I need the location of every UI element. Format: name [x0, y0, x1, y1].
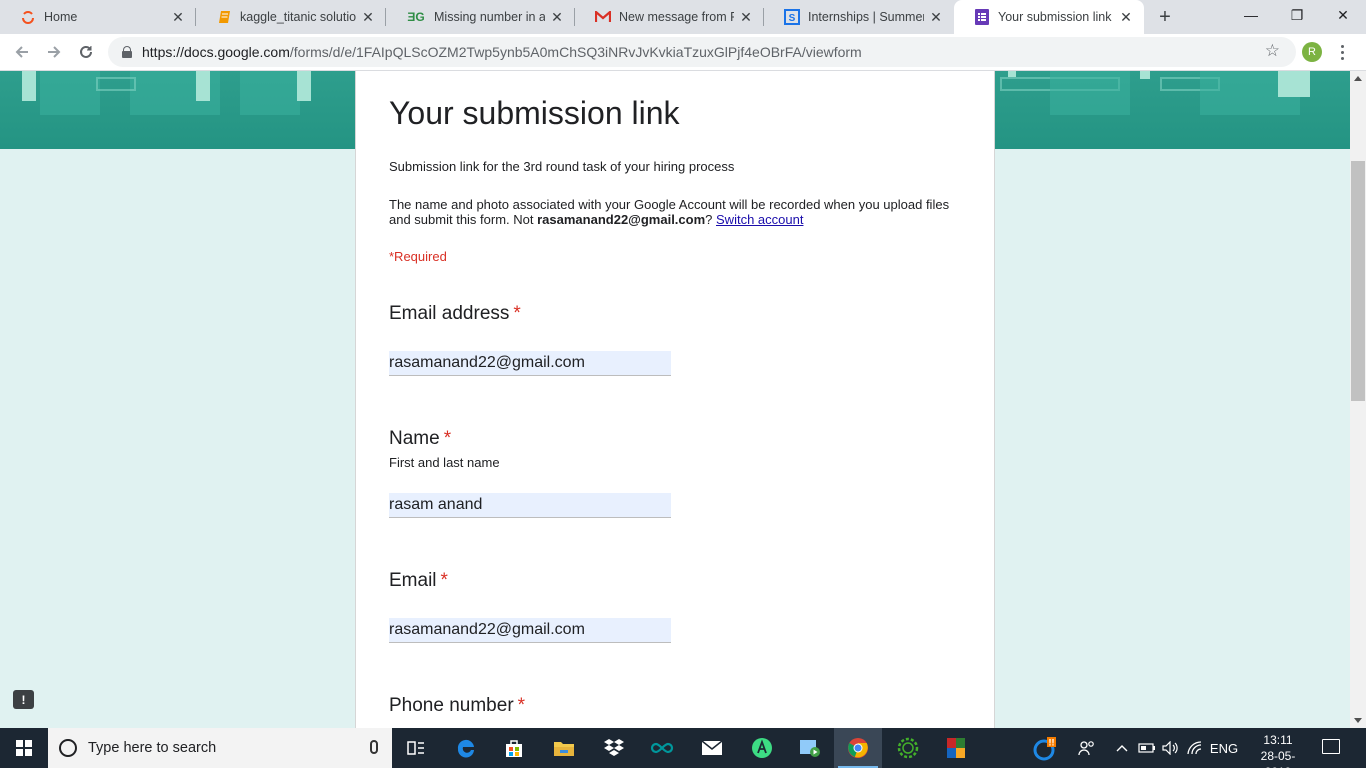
back-arrow-icon[interactable]	[10, 40, 34, 64]
tab-submission[interactable]: Your submission link ✕	[954, 0, 1144, 34]
search-placeholder: Type here to search	[88, 740, 217, 756]
email-address-input[interactable]	[389, 351, 671, 376]
address-bar[interactable]: https://docs.google.com/forms/d/e/1FAIpQ…	[108, 37, 1296, 67]
battery-icon[interactable]	[1136, 728, 1158, 768]
gfg-icon: ƎG	[407, 10, 425, 24]
close-icon[interactable]: ✕	[549, 9, 565, 25]
taskbar-search[interactable]: Type here to search	[48, 728, 392, 768]
close-icon[interactable]: ✕	[738, 9, 754, 25]
form-card: Your submission link Submission link for…	[355, 71, 995, 728]
tab-title: Missing number in arra	[434, 10, 545, 24]
action-center-icon[interactable]	[1322, 739, 1340, 754]
close-icon[interactable]: ✕	[1118, 9, 1134, 25]
name-input[interactable]	[389, 493, 671, 518]
internshala-icon: S	[784, 9, 800, 25]
forms-icon	[974, 9, 990, 25]
clock-date: 28-05-2019	[1260, 749, 1296, 768]
windows-logo-icon	[16, 740, 32, 756]
updates-alert-icon[interactable]: !!	[1030, 728, 1060, 768]
page-viewport: Your submission link Submission link for…	[0, 71, 1350, 728]
close-icon[interactable]: ✕	[360, 9, 376, 25]
account-notice: The name and photo associated with your …	[389, 197, 950, 227]
feedback-icon[interactable]: !	[13, 690, 34, 709]
tab-gmail[interactable]: New message from Puc ✕	[575, 0, 764, 34]
tab-title: Internships | Summer In	[808, 10, 924, 24]
url-host: https://docs.google.com	[142, 44, 290, 60]
scroll-thumb[interactable]	[1351, 161, 1365, 401]
microphone-icon[interactable]	[370, 740, 378, 754]
required-asterisk: *	[513, 303, 521, 324]
account-email: rasamanand22@gmail.com	[537, 212, 706, 227]
reload-icon[interactable]	[74, 40, 98, 64]
file-explorer-icon[interactable]	[540, 728, 588, 768]
forward-arrow-icon[interactable]	[42, 40, 66, 64]
browser-toolbar: https://docs.google.com/forms/d/e/1FAIpQ…	[0, 34, 1366, 71]
profile-avatar[interactable]: R	[1302, 42, 1322, 62]
maximize-button[interactable]: ❐	[1274, 0, 1320, 30]
gmail-icon	[595, 9, 611, 25]
form-title: Your submission link	[389, 95, 680, 131]
anaconda-icon[interactable]	[884, 728, 932, 768]
url-path: /forms/d/e/1FAIpQLScOZM2Twp5ynb5A0mChSQ3…	[289, 44, 862, 60]
switch-account-link[interactable]: Switch account	[716, 212, 803, 227]
svg-text:S: S	[789, 13, 796, 24]
tab-title: New message from Puc	[619, 10, 734, 24]
task-view-icon[interactable]	[392, 728, 440, 768]
form-description: Submission link for the 3rd round task o…	[389, 159, 735, 174]
tab-gfg[interactable]: ƎG Missing number in arra ✕	[386, 0, 575, 34]
video-editor-icon[interactable]	[786, 728, 834, 768]
language-indicator[interactable]: ENG	[1208, 728, 1240, 768]
chevron-up-icon[interactable]	[1114, 728, 1130, 768]
start-button[interactable]	[0, 728, 48, 768]
email-input[interactable]	[389, 618, 671, 643]
android-studio-icon[interactable]	[738, 728, 786, 768]
windows-taskbar: Type here to search !! ENG 13:11 28-05-	[0, 728, 1366, 768]
volume-icon[interactable]	[1160, 728, 1182, 768]
required-asterisk: *	[517, 695, 526, 716]
window-close-button[interactable]: ✕	[1320, 0, 1366, 30]
clock-time: 13:11	[1263, 733, 1293, 747]
close-icon[interactable]: ✕	[928, 9, 944, 25]
scroll-up-arrow-icon[interactable]	[1354, 76, 1362, 81]
edge-icon[interactable]	[442, 728, 490, 768]
tab-title: kaggle_titanic solution	[240, 10, 356, 24]
dropbox-icon[interactable]	[590, 728, 638, 768]
circle-orange-icon	[20, 9, 36, 25]
people-icon[interactable]	[1074, 728, 1100, 768]
name-help-text: First and last name	[389, 455, 500, 470]
question-label-email: Email *	[389, 570, 448, 591]
page-scrollbar[interactable]	[1350, 71, 1366, 728]
winrar-icon[interactable]	[932, 728, 980, 768]
tab-strip: Home ✕ kaggle_titanic solution ✕ ƎG Miss…	[0, 0, 1366, 34]
svg-text:!!: !!	[1049, 738, 1055, 748]
question-label-email-address: Email address *	[389, 303, 521, 324]
system-clock[interactable]: 13:11 28-05-2019	[1248, 732, 1308, 768]
new-tab-button[interactable]: +	[1153, 5, 1177, 29]
minimize-button[interactable]: —	[1228, 0, 1274, 30]
required-note: *Required	[389, 249, 447, 264]
arduino-icon[interactable]	[638, 728, 686, 768]
wifi-icon[interactable]	[1184, 728, 1206, 768]
cortana-icon	[59, 739, 77, 757]
menu-kebab-icon[interactable]	[1334, 40, 1350, 64]
bookmark-star-icon[interactable]: ☆	[1265, 41, 1280, 61]
chrome-icon[interactable]	[834, 728, 882, 768]
close-icon[interactable]: ✕	[170, 9, 186, 25]
mail-icon[interactable]	[688, 728, 736, 768]
tab-home[interactable]: Home ✕	[0, 0, 196, 34]
required-asterisk: *	[443, 428, 452, 449]
tab-title: Your submission link	[998, 10, 1112, 24]
store-icon[interactable]	[490, 728, 538, 768]
question-label-phone-number: Phone number *	[389, 695, 526, 716]
required-asterisk: *	[440, 570, 448, 591]
tab-kaggle[interactable]: kaggle_titanic solution ✕	[196, 0, 386, 34]
notebook-icon	[216, 9, 232, 25]
scroll-down-arrow-icon[interactable]	[1354, 718, 1362, 723]
url-text: https://docs.google.com/forms/d/e/1FAIpQ…	[142, 44, 862, 60]
lock-icon	[122, 46, 132, 58]
tab-title: Home	[44, 10, 78, 24]
tab-internshala[interactable]: S Internships | Summer In ✕	[764, 0, 954, 34]
question-label-name: Name *	[389, 428, 452, 449]
